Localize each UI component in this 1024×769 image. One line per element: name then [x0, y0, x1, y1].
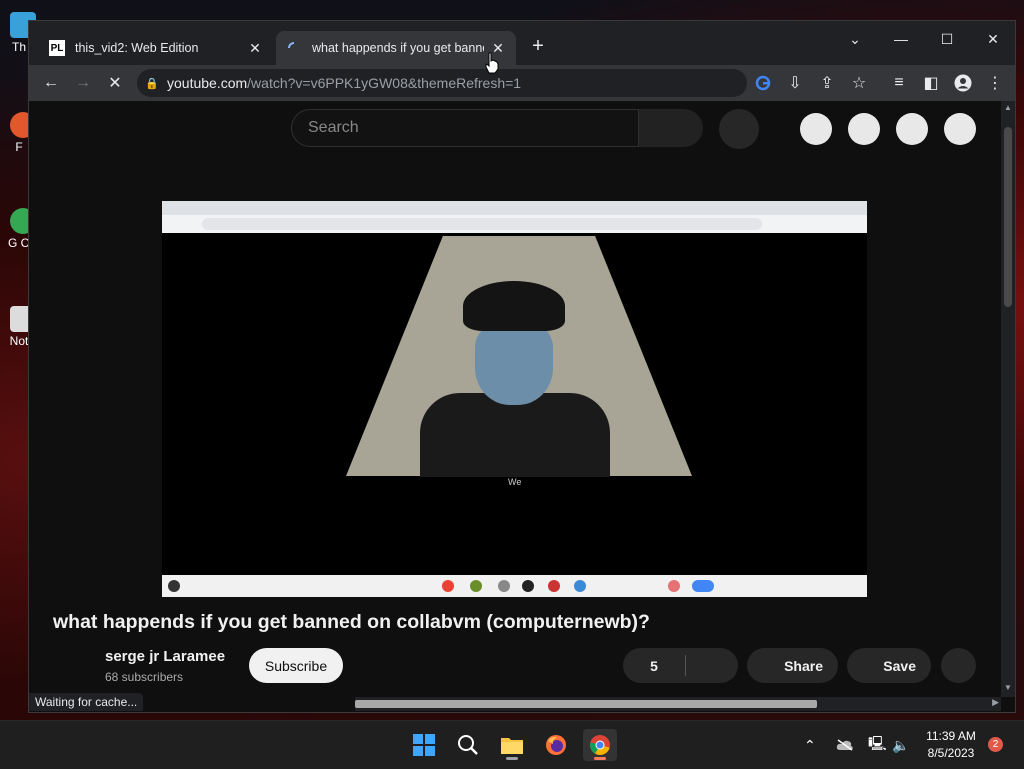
- browser-toolbar: ← → ✕ 🔒 youtube.com/watch?v=v6PPK1yGW08&…: [29, 65, 1015, 101]
- save-button[interactable]: Save: [847, 648, 931, 683]
- network-icon[interactable]: 🖳: [868, 721, 887, 769]
- profile-icon[interactable]: [947, 67, 979, 99]
- tab-search-chevron-icon[interactable]: ⌄: [832, 25, 878, 53]
- desktop-icon-label: G Ch: [8, 236, 30, 250]
- firefox-icon[interactable]: [539, 729, 573, 761]
- desktop-icon-label: Not: [9, 334, 29, 348]
- tab-title: what happends if you get banned on colla…: [312, 41, 484, 55]
- show-hidden-icons-chevron-icon[interactable]: ⌃: [804, 721, 816, 769]
- tab-title: this_vid2: Web Edition: [75, 41, 199, 55]
- desktop-icon-label: Th: [11, 40, 26, 54]
- windows-start-icon[interactable]: [407, 729, 441, 761]
- new-tab-button[interactable]: +: [527, 35, 549, 57]
- header-placeholder-icon[interactable]: [800, 113, 832, 145]
- forward-arrow-icon[interactable]: →: [67, 67, 99, 99]
- figure-body: [420, 393, 610, 477]
- channel-name[interactable]: serge jr Laramee: [105, 648, 225, 665]
- bookmark-star-icon[interactable]: ☆: [843, 67, 875, 99]
- search-icon[interactable]: [451, 729, 485, 761]
- tab-this-vid2[interactable]: PL this_vid2: Web Edition ✕: [39, 31, 273, 65]
- url-host: youtube.com: [167, 75, 248, 91]
- header-placeholder-icon[interactable]: [944, 113, 976, 145]
- scrollbar-thumb[interactable]: [1004, 127, 1012, 307]
- file-explorer-icon[interactable]: [495, 729, 529, 761]
- more-actions-button[interactable]: [941, 648, 976, 683]
- media-queue-icon[interactable]: ≡: [883, 67, 915, 99]
- loading-spinner-icon: [286, 40, 302, 56]
- scroll-right-arrow-icon[interactable]: ▶: [992, 697, 999, 708]
- video-player[interactable]: We: [162, 201, 867, 597]
- status-bubble: Waiting for cache...: [29, 693, 144, 711]
- clock-time: 11:39 AM: [926, 729, 976, 743]
- back-arrow-icon[interactable]: ←: [35, 67, 67, 99]
- lock-icon[interactable]: 🔒: [137, 77, 167, 90]
- browser-window: PL this_vid2: Web Edition ✕ what happend…: [28, 20, 1016, 713]
- figure-hat: [463, 281, 565, 331]
- video-caption: We: [508, 477, 522, 487]
- close-window-button[interactable]: ✕: [970, 25, 1016, 53]
- share-button[interactable]: Share: [747, 648, 838, 683]
- header-placeholder-icon[interactable]: [848, 113, 880, 145]
- desktop-icon-label: F: [15, 140, 23, 154]
- active-indicator: [594, 757, 606, 760]
- video-title: what happends if you get banned on colla…: [53, 611, 650, 633]
- video-frame-addressbar: [162, 215, 867, 233]
- scroll-up-arrow-icon[interactable]: ▲: [1001, 103, 1015, 115]
- figure-face: [475, 323, 553, 405]
- subscriber-count: 68 subscribers: [105, 670, 184, 684]
- google-lens-icon[interactable]: [747, 67, 779, 99]
- windows-taskbar: ⌃ 🖳 🔈 11:39 AM 8/5/2023 2: [0, 720, 1024, 769]
- minimize-button[interactable]: —: [878, 25, 924, 53]
- vertical-scrollbar[interactable]: ▲ ▼: [1001, 101, 1015, 697]
- address-bar[interactable]: 🔒 youtube.com/watch?v=v6PPK1yGW08&themeR…: [137, 69, 747, 97]
- clock-date: 8/5/2023: [927, 746, 975, 760]
- video-frame-taskbar: [162, 575, 867, 597]
- youtube-search-input[interactable]: Search: [291, 109, 639, 147]
- hand-cursor-icon: [485, 52, 499, 74]
- horizontal-scrollbar[interactable]: ▶: [355, 697, 1001, 711]
- notification-badge[interactable]: 2: [988, 737, 1003, 752]
- like-dislike-group: 5: [623, 648, 738, 683]
- voice-search-button[interactable]: [719, 109, 759, 149]
- system-clock[interactable]: 11:39 AM 8/5/2023: [920, 728, 982, 762]
- share-page-icon[interactable]: ⇪: [811, 67, 843, 99]
- tab-close-icon[interactable]: ✕: [247, 40, 263, 56]
- video-frame-tabbar: [162, 201, 867, 215]
- like-divider: [685, 655, 686, 676]
- youtube-page: Search We what happends if you get banne…: [29, 101, 1001, 697]
- scroll-down-arrow-icon[interactable]: ▼: [1001, 683, 1015, 695]
- volume-icon[interactable]: 🔈: [892, 721, 909, 769]
- stop-loading-icon[interactable]: ✕: [99, 67, 131, 99]
- chrome-taskbar-icon[interactable]: [583, 729, 617, 761]
- side-panel-icon[interactable]: ◧: [915, 67, 947, 99]
- subscribe-button[interactable]: Subscribe: [249, 648, 343, 683]
- header-placeholder-icon[interactable]: [896, 113, 928, 145]
- tab-youtube-video[interactable]: what happends if you get banned on colla…: [276, 31, 516, 65]
- maximize-button[interactable]: ☐: [924, 25, 970, 53]
- like-button[interactable]: 5: [623, 648, 685, 683]
- install-app-icon[interactable]: ⇩: [779, 67, 811, 99]
- onedrive-offline-icon[interactable]: [836, 721, 854, 769]
- url-path: /watch?v=v6PPK1yGW08&themeRefresh=1: [247, 75, 522, 91]
- chrome-menu-icon[interactable]: ⋮: [979, 67, 1011, 99]
- scrollbar-thumb[interactable]: [355, 700, 817, 708]
- running-indicator: [506, 757, 518, 760]
- tab-strip: PL this_vid2: Web Edition ✕ what happend…: [29, 21, 1015, 65]
- pl-favicon-icon: PL: [49, 40, 65, 56]
- video-frame-content: We: [162, 233, 867, 575]
- search-button[interactable]: [639, 109, 703, 147]
